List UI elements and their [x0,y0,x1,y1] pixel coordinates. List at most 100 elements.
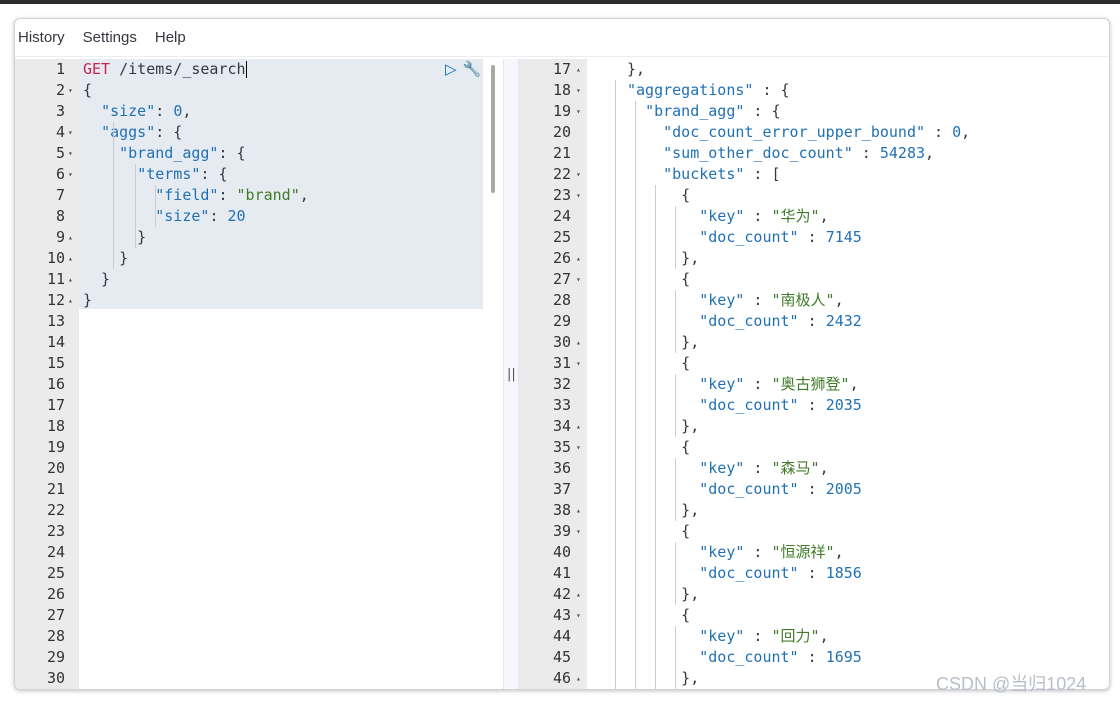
menu-history[interactable]: History [18,29,65,46]
fold-collapse-icon[interactable]: ▾ [576,437,581,458]
line-number: 24 [552,207,571,225]
line-number: 15 [46,354,65,372]
fold-expand-icon[interactable]: ▴ [576,584,581,605]
line-number: 19 [46,438,65,456]
line-number: 1 [55,60,65,78]
line-number: 10 ▴ [46,248,73,269]
menu-help[interactable]: Help [155,29,186,46]
pane-resizer[interactable]: || [503,59,519,689]
line-number: 7 [55,186,65,204]
request-body-line[interactable]: "aggs": { [83,122,182,143]
fold-expand-icon[interactable]: ▴ [68,290,73,311]
request-body-line[interactable]: } [83,290,92,311]
line-number: 43 ▾ [552,605,581,626]
line-number: 34 ▴ [552,416,581,437]
response-line: "key" : "华为", [699,207,829,225]
request-editor[interactable]: 1 2 ▾ 3 4 ▾ 5 ▾ 6 ▾ 7 8 9 ▴ 10 ▴ 11 ▴ 12 ▴ 13 14 15 16 17 18 19 20 2… [15,59,503,689]
line-number: 35 ▾ [552,437,581,458]
response-line: { [627,438,691,456]
response-line: }, [627,60,646,78]
line-number: 17 [46,396,65,414]
line-number: 21 [46,480,65,498]
response-line: "doc_count" : 2035 [699,396,862,414]
request-actions: ▷ 🔧 [445,59,481,80]
fold-expand-icon[interactable]: ▴ [576,500,581,521]
fold-collapse-icon[interactable]: ▾ [576,80,581,101]
line-number: 6 ▾ [55,164,73,185]
fold-expand-icon[interactable]: ▴ [576,668,581,689]
menu-settings[interactable]: Settings [83,29,137,46]
line-number: 46 ▴ [552,668,581,689]
line-number: 23 ▾ [552,185,581,206]
response-line: "key" : "森马", [699,459,829,477]
fold-collapse-icon[interactable]: ▾ [576,353,581,374]
fold-collapse-icon[interactable]: ▾ [68,80,73,101]
response-line: }, [627,585,700,603]
fold-collapse-icon[interactable]: ▾ [576,164,581,185]
fold-collapse-icon[interactable]: ▾ [68,164,73,185]
line-number: 22 ▾ [552,164,581,185]
wrench-icon[interactable]: 🔧 [463,59,482,80]
line-number: 30 [46,669,65,687]
line-number: 45 [552,648,571,666]
line-number: 12 ▴ [46,290,73,311]
line-number: 33 [552,396,571,414]
play-icon[interactable]: ▷ [445,59,457,80]
request-body-line[interactable]: "size": 20 [83,206,245,227]
fold-collapse-icon[interactable]: ▾ [68,143,73,164]
response-line: { [627,522,691,540]
response-gutter: 17 ▴ 18 ▾ 19 ▾ 20 21 22 ▾ 23 ▾ 24 25 26 ▴ 27 ▾ 28 29 30 ▴ 31 ▾ 3… [519,59,587,689]
indent-guide [675,290,676,353]
response-line: { [627,606,691,624]
fold-collapse-icon[interactable]: ▾ [68,122,73,143]
dev-tools-console: History Settings Help 1 2 ▾ 3 4 ▾ 5 ▾ 6 ▾ 7 8 9 ▴ 10 ▴ 1… [14,18,1110,690]
request-body-line[interactable]: { [83,80,92,101]
line-number: 32 [552,375,571,393]
line-number: 42 ▴ [552,584,581,605]
line-number: 9 ▴ [55,227,73,248]
response-line: "doc_count_error_upper_bound" : 0, [663,123,971,141]
response-output[interactable]: 17 ▴ 18 ▾ 19 ▾ 20 21 22 ▾ 23 ▾ 24 25 26 ▴ 27 ▾ 28 29 30 ▴ 31 ▾ 3… [519,59,1109,689]
line-number: 18 ▾ [552,80,581,101]
response-line: { [627,186,691,204]
response-line: "doc_count" : 1856 [699,564,862,582]
request-body-line[interactable]: "brand_agg": { [83,143,245,164]
fold-collapse-icon[interactable]: ▾ [576,269,581,290]
response-line: "doc_count" : 2432 [699,312,862,330]
indent-guide [615,80,616,689]
fold-expand-icon[interactable]: ▴ [576,416,581,437]
response-line: "aggregations" : { [627,81,790,99]
fold-collapse-icon[interactable]: ▾ [576,101,581,122]
line-number: 25 [46,564,65,582]
fold-expand-icon[interactable]: ▴ [68,269,73,290]
fold-expand-icon[interactable]: ▴ [576,248,581,269]
response-line: "doc_count" : 1695 [699,648,862,666]
response-line: }, [627,669,700,687]
fold-collapse-icon[interactable]: ▾ [576,185,581,206]
line-number: 5 ▾ [55,143,73,164]
indent-guide [675,542,676,605]
editor-scrollbar[interactable] [491,65,495,193]
request-body-line[interactable]: "field": "brand", [83,185,309,206]
request-body-line[interactable]: } [83,248,128,269]
fold-expand-icon[interactable]: ▴ [68,248,73,269]
request-body-line[interactable]: "terms": { [83,164,227,185]
line-number: 29 [552,312,571,330]
top-edge-bar [0,0,1120,4]
response-line: "brand_agg" : { [645,102,781,120]
fold-expand-icon[interactable]: ▴ [576,332,581,353]
line-number: 31 ▾ [552,353,581,374]
fold-collapse-icon[interactable]: ▾ [576,605,581,626]
fold-expand-icon[interactable]: ▴ [576,59,581,80]
request-path: /items/_search [119,60,246,78]
request-body-line[interactable]: "size": 0, [83,101,191,122]
line-number: 28 [46,627,65,645]
request-body-line[interactable]: } [83,227,146,248]
line-number: 26 [46,585,65,603]
request-body-line[interactable]: } [83,269,110,290]
fold-collapse-icon[interactable]: ▾ [576,521,581,542]
indent-guide [675,626,676,689]
line-number: 37 [552,480,571,498]
request-line[interactable]: GET /items/_search [83,59,247,80]
fold-expand-icon[interactable]: ▴ [68,227,73,248]
